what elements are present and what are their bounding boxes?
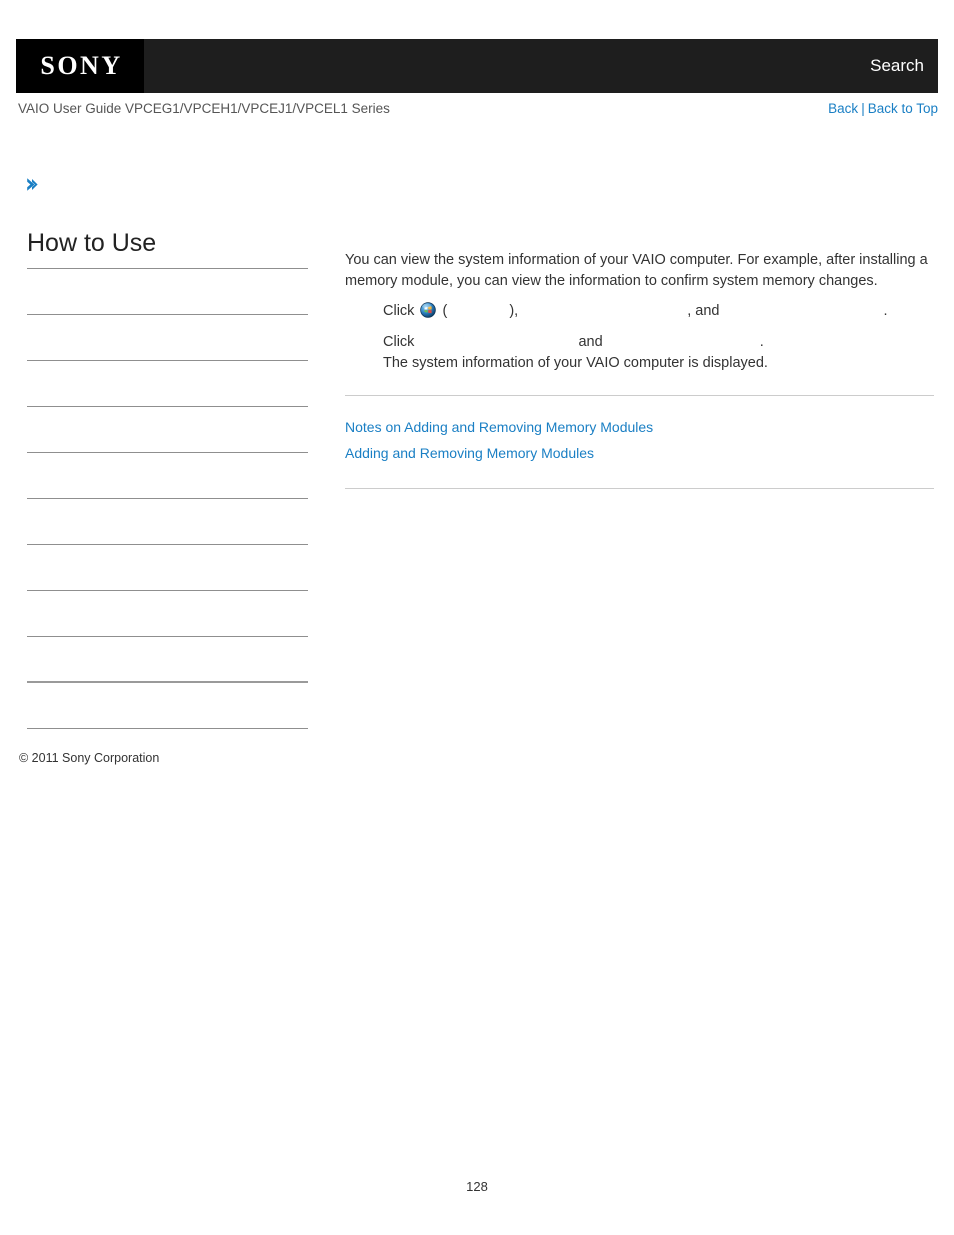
- step-1: Click (), , and .: [383, 301, 934, 322]
- windows-start-orb-icon[interactable]: [420, 302, 437, 318]
- main-content: You can view the system information of y…: [345, 250, 934, 490]
- copyright-text: © 2011 Sony Corporation: [19, 751, 160, 765]
- step-2-result-line: The system information of your VAIO comp…: [383, 355, 768, 372]
- sony-logo-box[interactable]: SONY: [16, 39, 144, 93]
- related-link-notes-on-adding-and-removing-memory-modules[interactable]: Notes on Adding and Removing Memory Modu…: [345, 419, 653, 435]
- step-1-mid-2: , and: [687, 303, 724, 320]
- sidebar: How to Use: [27, 228, 308, 730]
- sub-header: VAIO User Guide VPCEG1/VPCEH1/VPCEJ1/VPC…: [18, 101, 938, 116]
- step-2: Click and . The system information of yo…: [383, 332, 934, 374]
- sidebar-item-2[interactable]: [27, 315, 308, 362]
- sidebar-item-1[interactable]: [27, 269, 308, 316]
- page-number: 128: [466, 1179, 488, 1194]
- step-2-line: Click and .: [383, 332, 934, 353]
- sidebar-item-5[interactable]: [27, 453, 308, 500]
- related-link-item: Notes on Adding and Removing Memory Modu…: [345, 417, 934, 438]
- back-link[interactable]: Back: [828, 101, 858, 116]
- sidebar-title: How to Use: [27, 228, 308, 270]
- step-1-line: Click (), , and .: [383, 301, 934, 322]
- guide-title: VAIO User Guide VPCEG1/VPCEH1/VPCEJ1/VPC…: [18, 101, 390, 116]
- sidebar-item-8[interactable]: [27, 591, 308, 638]
- intro-paragraph: You can view the system information of y…: [345, 252, 928, 289]
- step-2-suffix: .: [759, 334, 764, 351]
- sidebar-item-10[interactable]: [27, 683, 308, 730]
- step-2-prefix: Click: [383, 334, 419, 351]
- steps-list: Click (), , and . Click and . The system…: [345, 301, 934, 374]
- breadcrumb: [24, 172, 324, 196]
- sidebar-item-3[interactable]: [27, 361, 308, 408]
- related-link-adding-and-removing-memory-modules[interactable]: Adding and Removing Memory Modules: [345, 445, 594, 461]
- chevron-right-icon[interactable]: [24, 176, 41, 193]
- header-nav-links: Back | Back to Top: [828, 101, 938, 116]
- sidebar-item-6[interactable]: [27, 499, 308, 546]
- sony-logo-text: SONY: [40, 51, 123, 80]
- nav-separator: |: [861, 101, 865, 116]
- step-1-mid-1: ),: [509, 303, 523, 320]
- sidebar-item-4[interactable]: [27, 407, 308, 454]
- sidebar-item-9[interactable]: [27, 637, 308, 684]
- related-link-item: Adding and Removing Memory Modules: [345, 443, 934, 464]
- step-1-after-icon: (: [438, 303, 448, 320]
- top-header-bar: SONY Search: [16, 39, 938, 93]
- step-1-prefix: Click: [383, 303, 419, 320]
- search-link[interactable]: Search: [870, 56, 938, 76]
- back-to-top-link[interactable]: Back to Top: [868, 101, 938, 116]
- content-divider-bottom: [345, 488, 934, 490]
- step-1-suffix: .: [883, 303, 888, 320]
- step-2-mid-1: and: [574, 334, 607, 351]
- related-links-list: Notes on Adding and Removing Memory Modu…: [345, 396, 934, 464]
- sidebar-item-7[interactable]: [27, 545, 308, 592]
